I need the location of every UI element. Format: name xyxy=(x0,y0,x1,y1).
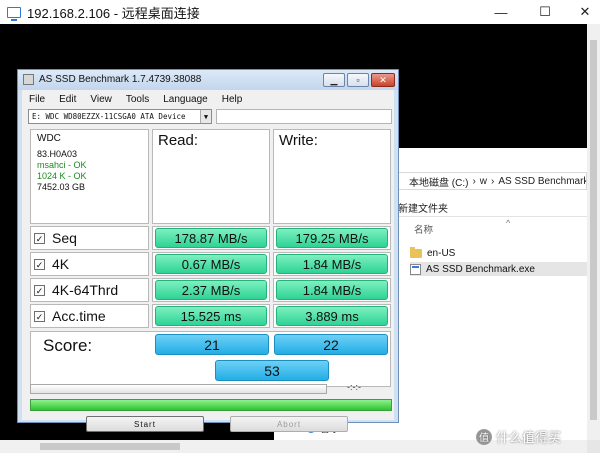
drive-select[interactable]: E: WDC WD80EZZX-11CSGA0 ATA Device ▼ xyxy=(28,109,212,124)
start-button[interactable]: Start xyxy=(86,416,204,432)
app-icon xyxy=(23,74,34,85)
test-progress-bar xyxy=(30,384,327,394)
drive-info-panel: WDC 83.H0A03 msahci - OK 1024 K - OK 745… xyxy=(30,129,149,224)
watermark: 值 什么值得买 xyxy=(476,427,561,446)
drive-vendor: WDC xyxy=(37,133,61,144)
score-panel: Score: 21 22 53 xyxy=(30,331,391,387)
remote-desktop-icon xyxy=(7,6,21,21)
menu-language[interactable]: Language xyxy=(156,92,215,108)
address-separator: › xyxy=(491,175,495,187)
acc-write-value: 3.889 ms xyxy=(276,306,388,326)
abort-button[interactable]: Abort xyxy=(230,416,348,432)
4k-write-value: 1.84 MB/s xyxy=(276,254,388,274)
maximize-button[interactable]: ▫ xyxy=(347,73,369,87)
menu-tools[interactable]: Tools xyxy=(119,92,156,108)
drive-size: 7452.03 GB xyxy=(37,182,86,192)
elapsed-timer: -:-:- xyxy=(347,382,361,392)
result-cell: 178.87 MB/s xyxy=(152,226,270,250)
test-label: Seq xyxy=(52,230,77,246)
as-ssd-window: AS SSD Benchmark 1.7.4739.38088 ▁ ▫ ✕ Fi… xyxy=(17,69,399,432)
address-bar[interactable]: 本地磁盘 (C:) › w › AS SSD Benchmark xyxy=(398,172,587,190)
menu-help[interactable]: Help xyxy=(215,92,250,108)
address-separator: › xyxy=(472,175,476,187)
result-cell: 179.25 MB/s xyxy=(273,226,391,250)
rdp-titlebar: 192.168.2.106 - 远程桌面连接 — ☐ ✕ xyxy=(0,0,600,24)
chevron-down-icon[interactable]: ▼ xyxy=(200,110,211,123)
as-ssd-body: File Edit View Tools Language Help E: WD… xyxy=(22,90,394,432)
close-button[interactable]: ✕ xyxy=(570,0,600,24)
menu-file[interactable]: File xyxy=(22,92,52,108)
checkbox-4k-64thrd[interactable]: ✓ xyxy=(34,284,45,296)
maximize-button[interactable]: ☐ xyxy=(530,0,560,24)
score-label: Score: xyxy=(43,336,93,355)
scroll-corner xyxy=(587,440,600,453)
drive-extra-field[interactable] xyxy=(216,109,392,124)
menu-view[interactable]: View xyxy=(83,92,119,108)
address-segment-folder[interactable]: AS SSD Benchmark xyxy=(498,176,586,187)
result-cell: 0.67 MB/s xyxy=(152,252,270,276)
total-progress-fill xyxy=(31,400,391,410)
acc-read-value: 15.525 ms xyxy=(155,306,267,326)
score-read: 21 xyxy=(155,334,269,355)
divider xyxy=(398,216,587,217)
list-item[interactable]: en-US xyxy=(410,246,455,260)
vertical-scrollbar[interactable] xyxy=(587,24,600,440)
driver-status: msahci - OK xyxy=(37,160,87,170)
drive-firmware: 83.H0A03 xyxy=(37,149,78,159)
minimize-button[interactable]: ▁ xyxy=(323,73,345,87)
read-header: Read: xyxy=(152,129,270,224)
test-row-4k: ✓ 4K xyxy=(30,252,149,276)
4k-read-value: 0.67 MB/s xyxy=(155,254,267,274)
test-row-acc-time: ✓ Acc.time xyxy=(30,304,149,328)
close-button[interactable]: ✕ xyxy=(371,73,395,87)
folder-icon xyxy=(410,246,422,258)
checkbox-4k[interactable]: ✓ xyxy=(34,258,45,270)
seq-read-value: 178.87 MB/s xyxy=(155,228,267,248)
vertical-scroll-thumb[interactable] xyxy=(590,40,597,420)
minimize-button[interactable]: — xyxy=(486,0,516,24)
result-cell: 2.37 MB/s xyxy=(152,278,270,302)
checkbox-acc-time[interactable]: ✓ xyxy=(34,310,45,322)
menu-bar: File Edit View Tools Language Help xyxy=(22,92,249,108)
column-header-name[interactable]: 名称 xyxy=(414,222,433,236)
checkbox-seq[interactable]: ✓ xyxy=(34,232,45,244)
watermark-logo-icon: 值 xyxy=(476,428,492,445)
address-segment-w[interactable]: w xyxy=(480,176,487,187)
drive-select-value: E: WDC WD80EZZX-11CSGA0 ATA Device xyxy=(32,112,186,121)
rdp-window-title: 192.168.2.106 - 远程桌面连接 xyxy=(27,5,200,21)
test-label: 4K xyxy=(52,256,70,272)
score-write: 22 xyxy=(274,334,388,355)
address-segment-drive[interactable]: 本地磁盘 (C:) xyxy=(409,174,468,189)
test-label: 4K-64Thrd xyxy=(52,282,119,298)
result-cell: 3.889 ms xyxy=(273,304,391,328)
horizontal-scroll-thumb[interactable] xyxy=(40,443,180,450)
4k64-read-value: 2.37 MB/s xyxy=(155,280,267,300)
score-total: 53 xyxy=(215,360,329,381)
watermark-text: 什么值得买 xyxy=(496,430,562,445)
total-progress-bar xyxy=(30,399,392,411)
exe-icon xyxy=(410,263,421,275)
test-row-seq: ✓ Seq xyxy=(30,226,149,250)
as-ssd-titlebar: AS SSD Benchmark 1.7.4739.38088 ▁ ▫ ✕ xyxy=(18,70,398,90)
menu-edit[interactable]: Edit xyxy=(52,92,83,108)
as-ssd-title: AS SSD Benchmark 1.7.4739.38088 xyxy=(39,74,202,85)
4k64-write-value: 1.84 MB/s xyxy=(276,280,388,300)
test-row-4k-64thrd: ✓ 4K-64Thrd xyxy=(30,278,149,302)
result-cell: 1.84 MB/s xyxy=(273,278,391,302)
result-cell: 1.84 MB/s xyxy=(273,252,391,276)
result-cell: 15.525 ms xyxy=(152,304,270,328)
list-item-label: en-US xyxy=(427,247,456,259)
list-item[interactable]: AS SSD Benchmark.exe xyxy=(410,262,587,276)
chevron-up-icon[interactable]: ^ xyxy=(506,218,510,228)
alignment-status: 1024 K - OK xyxy=(37,171,87,181)
write-header: Write: xyxy=(273,129,391,224)
list-item-label: AS SSD Benchmark.exe xyxy=(426,263,535,275)
seq-write-value: 179.25 MB/s xyxy=(276,228,388,248)
test-label: Acc.time xyxy=(52,308,106,324)
new-folder-button[interactable]: 新建文件夹 xyxy=(398,200,448,215)
